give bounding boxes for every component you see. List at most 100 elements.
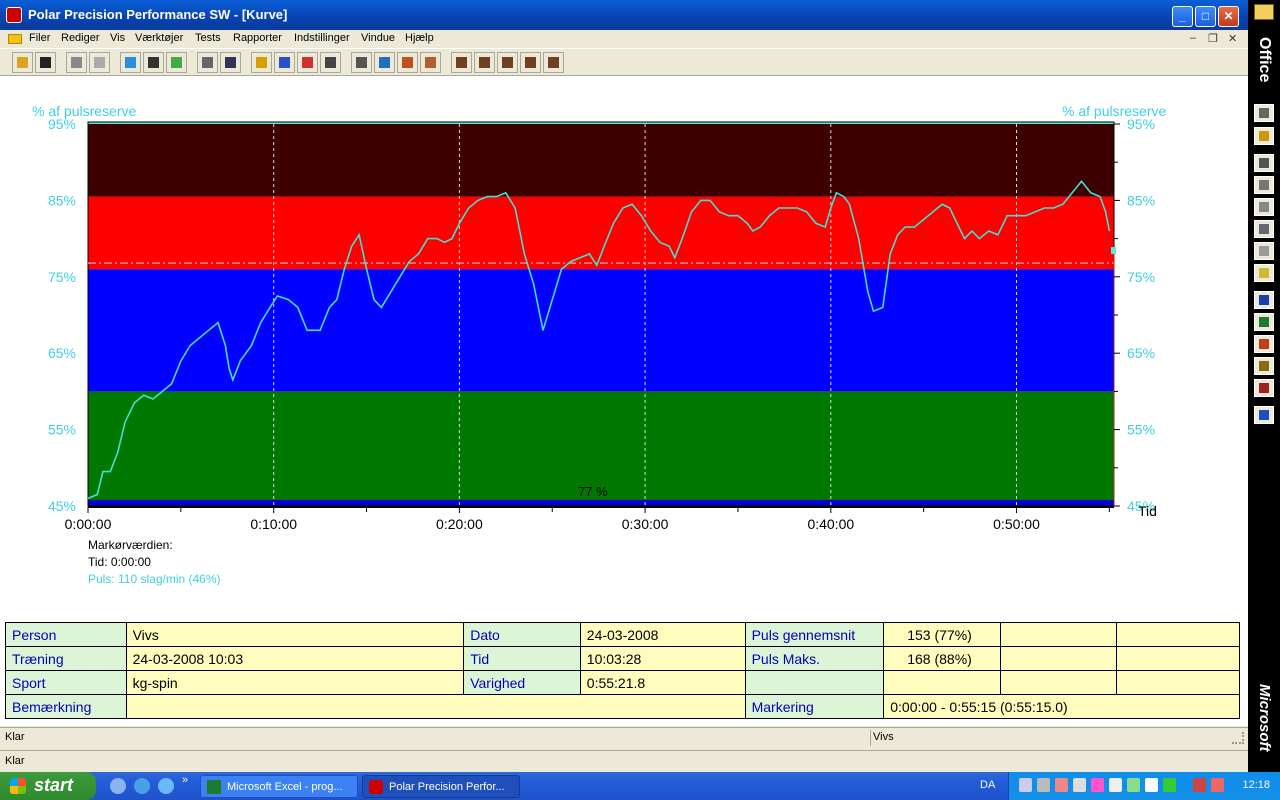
zoom-icon[interactable]: [351, 52, 372, 73]
mdi-minimize-button[interactable]: –: [1190, 32, 1196, 44]
show-desktop-icon[interactable]: [110, 778, 126, 794]
x-axis-label: Tid: [1138, 503, 1157, 519]
excel-icon[interactable]: [1254, 313, 1274, 331]
remark-label: Bemærkning: [5, 694, 127, 719]
info-cell: 153 (77%): [883, 622, 1001, 647]
menu-vindue[interactable]: Vindue: [361, 32, 395, 44]
close-button[interactable]: ✕: [1218, 6, 1239, 27]
office-mail-icon[interactable]: [1254, 154, 1274, 172]
title-bar[interactable]: Polar Precision Performance SW - [Kurve]…: [0, 0, 1248, 30]
menu-tests[interactable]: Tests: [195, 32, 221, 44]
office-contact-icon[interactable]: [1254, 220, 1274, 238]
cursor-heading: Markørværdien:: [88, 538, 173, 552]
network-icon[interactable]: [1019, 778, 1032, 792]
search-icon[interactable]: [134, 778, 150, 794]
menu-vis[interactable]: Vis: [110, 32, 125, 44]
office-help-icon[interactable]: [1254, 406, 1274, 424]
info-row: Bemærkning Markering 0:00:00 - 0:55:15 (0:…: [5, 694, 1240, 719]
save-icon[interactable]: [35, 52, 56, 73]
book-icon[interactable]: [220, 52, 241, 73]
y-axis-label-left: % af pulsreserve: [32, 103, 136, 119]
minimize-button[interactable]: _: [1172, 6, 1193, 27]
image-icon[interactable]: [420, 52, 441, 73]
resize-grip[interactable]: [1232, 732, 1244, 744]
info-cell: Person: [5, 622, 127, 647]
bar-chart-1-icon[interactable]: [451, 52, 472, 73]
y-tick-label-left-3: 65%: [48, 345, 76, 361]
cursor-time: Tid: 0:00:00: [88, 555, 151, 569]
menu-rapporter[interactable]: Rapporter: [233, 32, 282, 44]
info-cell: [883, 670, 1001, 695]
sync-icon[interactable]: [1109, 778, 1122, 792]
taskbar-polar[interactable]: Polar Precision Perfor...: [362, 775, 520, 798]
sound-icon[interactable]: [143, 52, 164, 73]
battery-icon[interactable]: [1163, 778, 1176, 792]
taskbar-excel[interactable]: Microsoft Excel - prog...: [200, 775, 358, 798]
internet-explorer-icon[interactable]: [158, 778, 174, 794]
print-icon[interactable]: [66, 52, 87, 73]
mdi-close-button[interactable]: ✕: [1228, 32, 1237, 45]
office-appointment-icon[interactable]: [1254, 176, 1274, 194]
powerpoint-icon[interactable]: [1254, 335, 1274, 353]
office-open-doc-icon[interactable]: [1254, 127, 1274, 145]
folder-icon[interactable]: [8, 34, 22, 44]
office-new-doc-icon[interactable]: [1254, 104, 1274, 122]
info-cell: 168 (88%): [883, 646, 1001, 671]
bars-icon[interactable]: [274, 52, 295, 73]
globe-icon[interactable]: [120, 52, 141, 73]
info-cell: Tid: [463, 646, 581, 671]
outlook-icon[interactable]: [1254, 357, 1274, 375]
copy-icon[interactable]: [89, 52, 110, 73]
info-cell: [999, 646, 1118, 671]
info-cell: [1116, 646, 1240, 671]
menu-indstillinger[interactable]: Indstillinger: [294, 32, 350, 44]
menu-filer[interactable]: Filer: [29, 32, 50, 44]
bar-chart-3-icon[interactable]: [497, 52, 518, 73]
transfer-icon[interactable]: [166, 52, 187, 73]
heart-rate-chart[interactable]: 0:00:00 0:10:00 0:20:00 0:30:00 0:40:00 0:50:…: [0, 76, 1248, 616]
compare-icon[interactable]: [374, 52, 395, 73]
skype-icon[interactable]: [1145, 778, 1158, 792]
curve-icon[interactable]: [251, 52, 272, 73]
zone-3: [88, 124, 1114, 197]
menu-vaerktojer[interactable]: Værktøjer: [135, 32, 183, 44]
antivirus-icon[interactable]: [1211, 778, 1224, 792]
office-folder-icon[interactable]: [1254, 4, 1274, 20]
info-cell: 0:55:21.8: [579, 670, 746, 695]
bar-chart-4-icon[interactable]: [520, 52, 541, 73]
office-note-icon[interactable]: [1254, 264, 1274, 282]
excel-task-icon: [207, 780, 221, 794]
volume-icon[interactable]: [1193, 778, 1206, 792]
office-journal-icon[interactable]: [1254, 242, 1274, 260]
start-button[interactable]: start: [0, 772, 96, 800]
percent-icon[interactable]: [297, 52, 318, 73]
polar-heart-icon[interactable]: [6, 7, 22, 23]
bar-chart-2-icon[interactable]: [474, 52, 495, 73]
monitor-icon[interactable]: [1037, 778, 1050, 792]
x-tick-label-5: 0:50:00: [993, 516, 1040, 532]
security-icon[interactable]: [1055, 778, 1068, 792]
cursor-values: Markørværdien: Tid: 0:00:00 Puls: 110 sl…: [88, 538, 221, 589]
open-icon[interactable]: [12, 52, 33, 73]
info-cell: 10:03:28: [579, 646, 746, 671]
language-indicator[interactable]: DA: [980, 779, 995, 791]
filter-icon[interactable]: [397, 52, 418, 73]
messenger-icon[interactable]: [1127, 778, 1140, 792]
word-icon[interactable]: [1254, 291, 1274, 309]
menu-bar: Filer Rediger Vis Værktøjer Tests Rappor…: [0, 30, 1248, 48]
access-icon[interactable]: [1254, 379, 1274, 397]
connection-icon[interactable]: [1091, 778, 1104, 792]
bar-chart-5-icon[interactable]: [543, 52, 564, 73]
maximize-button[interactable]: □: [1195, 6, 1216, 27]
table-icon[interactable]: [320, 52, 341, 73]
menu-rediger[interactable]: Rediger: [61, 32, 100, 44]
outer-status-bar: Klar: [0, 750, 1280, 772]
status-bar: Klar Vivs: [0, 727, 1248, 747]
quicklaunch-expand-icon[interactable]: »: [182, 774, 188, 786]
menu-hjaelp[interactable]: Hjælp: [405, 32, 434, 44]
zone-1: [88, 269, 1114, 392]
calendar-icon[interactable]: [197, 52, 218, 73]
usb-icon[interactable]: [1073, 778, 1086, 792]
mdi-restore-button[interactable]: ❐: [1208, 32, 1218, 45]
office-task-icon[interactable]: [1254, 198, 1274, 216]
